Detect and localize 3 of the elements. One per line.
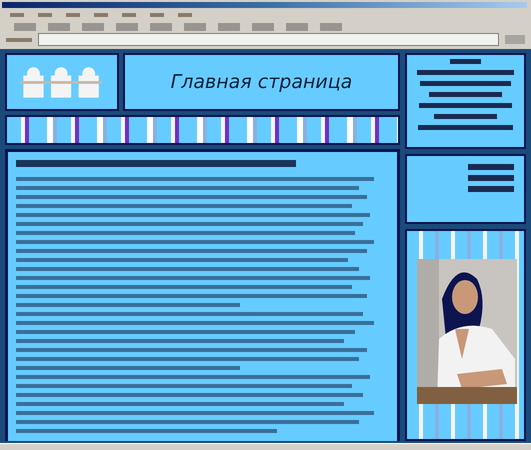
address-field[interactable]	[38, 33, 499, 46]
page-title: Главная страница	[170, 71, 352, 94]
address-label-drawing	[6, 38, 32, 42]
